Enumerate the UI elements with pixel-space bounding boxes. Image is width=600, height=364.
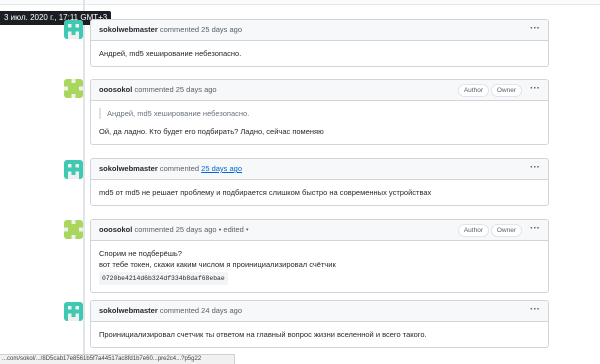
comment-header: sokolwebmaster commented 25 days ago ··· [91, 20, 548, 41]
author-badge: Author [457, 84, 489, 97]
comment-card: ooosokol commented 25 days ago Author Ow… [90, 79, 549, 145]
comment-timestamp[interactable]: 24 days ago [201, 306, 242, 315]
kebab-horizontal-icon[interactable]: ··· [530, 20, 540, 38]
comment-card: ooosokol commented 25 days ago • edited … [90, 219, 549, 293]
comment-author[interactable]: ooosokol [99, 85, 132, 94]
comment-text-line: Спорим не подберёшь? [99, 249, 182, 258]
author-badge: Author [457, 224, 489, 237]
comment-text-line: вот тебе токен, скажи каким числом я про… [99, 260, 336, 269]
comment-timestamp[interactable]: 25 days ago [176, 225, 217, 234]
kebab-horizontal-icon[interactable]: ··· [530, 220, 540, 238]
comment-body: Проинициализировал счетчик ты ответом на… [99, 330, 427, 339]
browser-status-url: ...com/sokol/.../8D5cab17e8561b5f7a44517… [0, 354, 235, 364]
comment-card: sokolwebmaster commented 25 days ago ···… [90, 158, 549, 206]
comment-header: sokolwebmaster commented 25 days ago ··· [91, 159, 548, 180]
top-border [0, 0, 600, 5]
triangle-down-icon: ▾ [245, 227, 249, 234]
comment-time-prefix: commented [159, 164, 200, 173]
comment-timestamp-link[interactable]: 25 days ago [201, 164, 242, 173]
comment-time-prefix: commented [159, 306, 200, 315]
quoted-reply: Андрей, md5 хеширование небезопасно. [99, 108, 540, 119]
comment-header: ooosokol commented 25 days ago Author Ow… [91, 80, 548, 101]
comment-body: Андрей, md5 хеширование небезопасно. Ой,… [91, 101, 548, 144]
comment-time-prefix: commented [159, 25, 200, 34]
comment-header: ooosokol commented 25 days ago • edited … [91, 220, 548, 241]
comment-author[interactable]: sokolwebmaster [99, 164, 158, 173]
avatar-sokolwebmaster[interactable] [64, 160, 83, 179]
kebab-horizontal-icon[interactable]: ··· [530, 159, 540, 177]
kebab-horizontal-icon[interactable]: ··· [530, 301, 540, 319]
comment-timestamp[interactable]: 25 days ago [176, 85, 217, 94]
comment-timestamp[interactable]: 25 days ago [201, 25, 242, 34]
comment-time-prefix: commented [134, 225, 174, 234]
owner-badge: Owner [490, 224, 522, 237]
comment-body: md5 от md5 не решает проблему и подбирае… [99, 188, 432, 197]
comment-body: Андрей, md5 хеширование небезопасно. [99, 49, 242, 58]
avatar-sokolwebmaster[interactable] [64, 20, 83, 39]
comment-author[interactable]: sokolwebmaster [99, 306, 158, 315]
comment-card: sokolwebmaster commented 24 days ago ···… [90, 300, 549, 348]
inline-code-token: 0720be4214d6b324df334b8daf68ebae [99, 272, 228, 285]
edited-label: • edited [218, 225, 244, 234]
comment-author[interactable]: sokolwebmaster [99, 25, 158, 34]
edited-dropdown[interactable]: • edited ▾ [219, 225, 249, 234]
owner-badge: Owner [490, 84, 522, 97]
comment-time-prefix: commented [134, 85, 174, 94]
comment-card: sokolwebmaster commented 25 days ago ···… [90, 19, 549, 67]
comment-text: Ой, да ладно. Кто будет его подбирать? Л… [99, 127, 324, 136]
kebab-horizontal-icon[interactable]: ··· [530, 80, 540, 98]
comment-header: sokolwebmaster commented 24 days ago ··· [91, 301, 548, 322]
avatar-ooosokol[interactable] [64, 220, 83, 239]
comment-author[interactable]: ooosokol [99, 225, 132, 234]
comment-body: Спорим не подберёшь? вот тебе токен, ска… [91, 241, 548, 292]
avatar-sokolwebmaster[interactable] [64, 302, 83, 321]
timeline-line [83, 0, 85, 364]
avatar-ooosokol[interactable] [64, 79, 83, 98]
